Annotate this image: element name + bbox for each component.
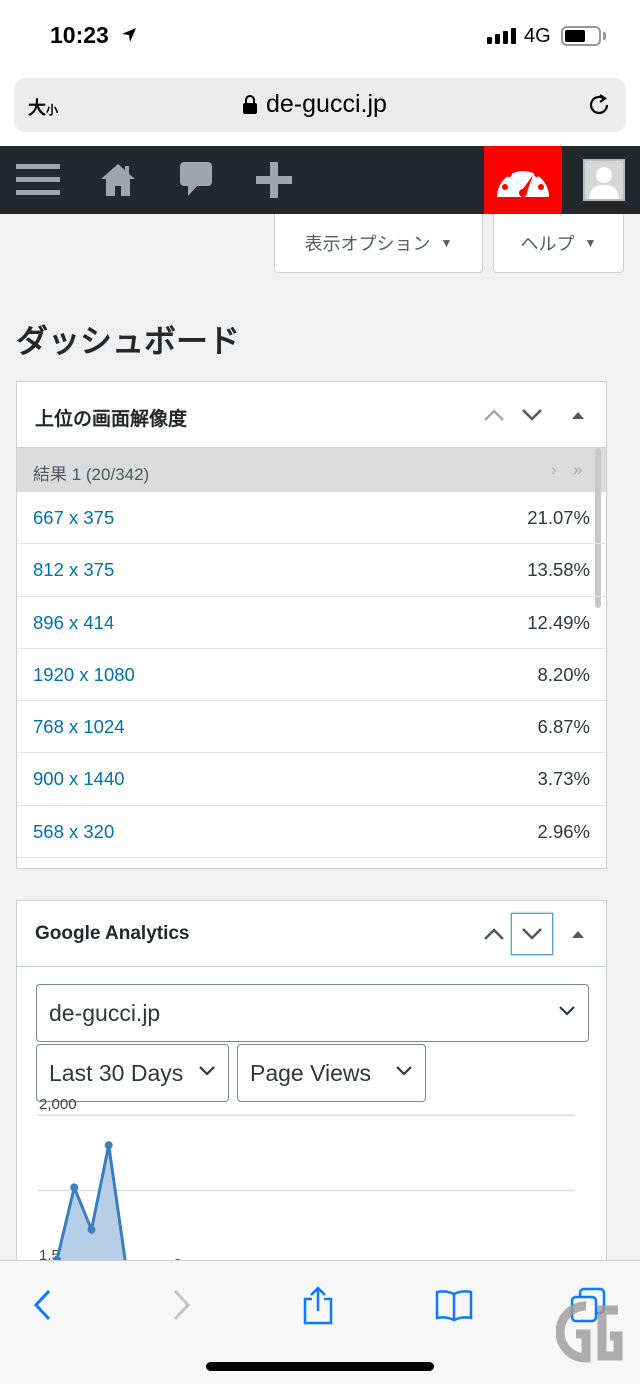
page-title: ダッシュボード [16,322,241,360]
percentage: 6.87% [537,716,590,738]
property-select[interactable]: de-gucci.jp [36,984,589,1042]
location-arrow-icon [122,28,136,42]
triangle-down-icon: ▼ [440,236,453,250]
resolution-link[interactable]: 812 x 375 [33,559,114,581]
screen-options-button[interactable]: 表示オプション ▼ [274,214,483,273]
data-point[interactable] [70,1183,79,1192]
help-button[interactable]: ヘルプ ▼ [493,214,624,273]
pagination-bar: 結果 1 (20/342) › » [17,448,606,492]
move-up-icon[interactable] [473,394,515,436]
table-row: 768 x 1024 6.87% [17,701,606,754]
move-up-icon[interactable] [473,913,515,955]
table-row: 900 x 1440 3.73% [17,753,606,806]
home-indicator [206,1362,434,1371]
move-down-icon[interactable] [511,913,553,955]
chevron-down-icon [559,1006,575,1016]
widget-title: 上位の画面解像度 [35,409,188,430]
battery-icon [561,26,601,46]
speedometer-icon[interactable] [484,146,562,214]
text-size-button[interactable]: 大小 [28,94,58,120]
comment-icon[interactable] [168,146,224,214]
network-type: 4G [524,25,551,47]
resolution-link[interactable]: 667 x 375 [33,507,114,529]
reload-icon[interactable] [586,92,612,118]
resolution-link[interactable]: 768 x 1024 [33,716,125,738]
status-bar: 10:23 4G [0,0,640,74]
table-row: 896 x 414 12.49% [17,597,606,649]
pagination-label: 結果 1 (20/342) [33,465,150,484]
data-point[interactable] [87,1225,96,1234]
clock: 10:23 [50,22,109,48]
resolution-link[interactable]: 1920 x 1080 [33,664,135,686]
table-row: 1920 x 1080 8.20% [17,649,606,702]
avatar-icon[interactable] [582,146,626,214]
google-analytics-widget: Google Analytics de-gucci.jp Last 30 Day… [16,900,607,1270]
share-icon[interactable] [296,1283,340,1327]
percentage: 8.20% [537,663,590,685]
browser-address-area: 大小 de-gucci.jp [0,74,640,146]
data-point[interactable] [104,1141,113,1150]
hamburger-icon[interactable] [8,146,68,214]
table-row: 812 x 375 13.58% [17,544,606,597]
move-down-icon[interactable] [511,394,553,436]
chevron-down-icon [396,1066,412,1076]
table-row: 667 x 375 21.07% [17,492,606,545]
collapse-toggle-icon[interactable] [557,394,599,436]
resolution-list: 667 x 375 21.07% 812 x 375 13.58% 896 x 41… [17,492,606,859]
percentage: 2.96% [537,820,590,842]
resolution-widget: 上位の画面解像度 結果 1 (20/342) › » 667 x 375 21.0… [16,381,607,869]
page-views-chart: 2,0001,500 [37,1096,575,1267]
resolution-link[interactable]: 568 x 320 [33,821,114,843]
widget-header: Google Analytics [17,901,606,967]
percentage: 21.07% [527,507,590,528]
plus-icon[interactable] [246,146,302,214]
resolution-link[interactable]: 896 x 414 [33,612,114,634]
widget-header: 上位の画面解像度 [17,382,606,448]
collapse-toggle-icon[interactable] [557,913,599,955]
chevron-down-icon [199,1066,215,1076]
percentage: 3.73% [537,768,590,790]
site-logo-watermark [556,1301,623,1363]
series-area [57,1145,181,1267]
percentage: 13.58% [527,559,590,581]
next-page-button[interactable]: › [551,460,557,480]
lock-icon [243,94,257,114]
triangle-down-icon: ▼ [584,236,597,250]
wp-admin-bar [0,146,640,214]
table-row: 568 x 320 2.96% [17,806,606,859]
home-icon[interactable] [90,146,146,214]
percentage: 12.49% [527,611,590,633]
widget-title: Google Analytics [35,923,190,944]
signal-icon [487,28,516,44]
url-text[interactable]: de-gucci.jp [266,90,387,119]
resolution-link[interactable]: 900 x 1440 [33,768,125,790]
forward-icon[interactable] [160,1283,204,1327]
address-bar[interactable]: 大小 de-gucci.jp [14,78,626,132]
bookmarks-icon[interactable] [432,1283,476,1327]
back-icon[interactable] [20,1283,64,1327]
y-tick-label: 2,000 [39,1096,77,1113]
last-page-button[interactable]: » [573,460,582,480]
